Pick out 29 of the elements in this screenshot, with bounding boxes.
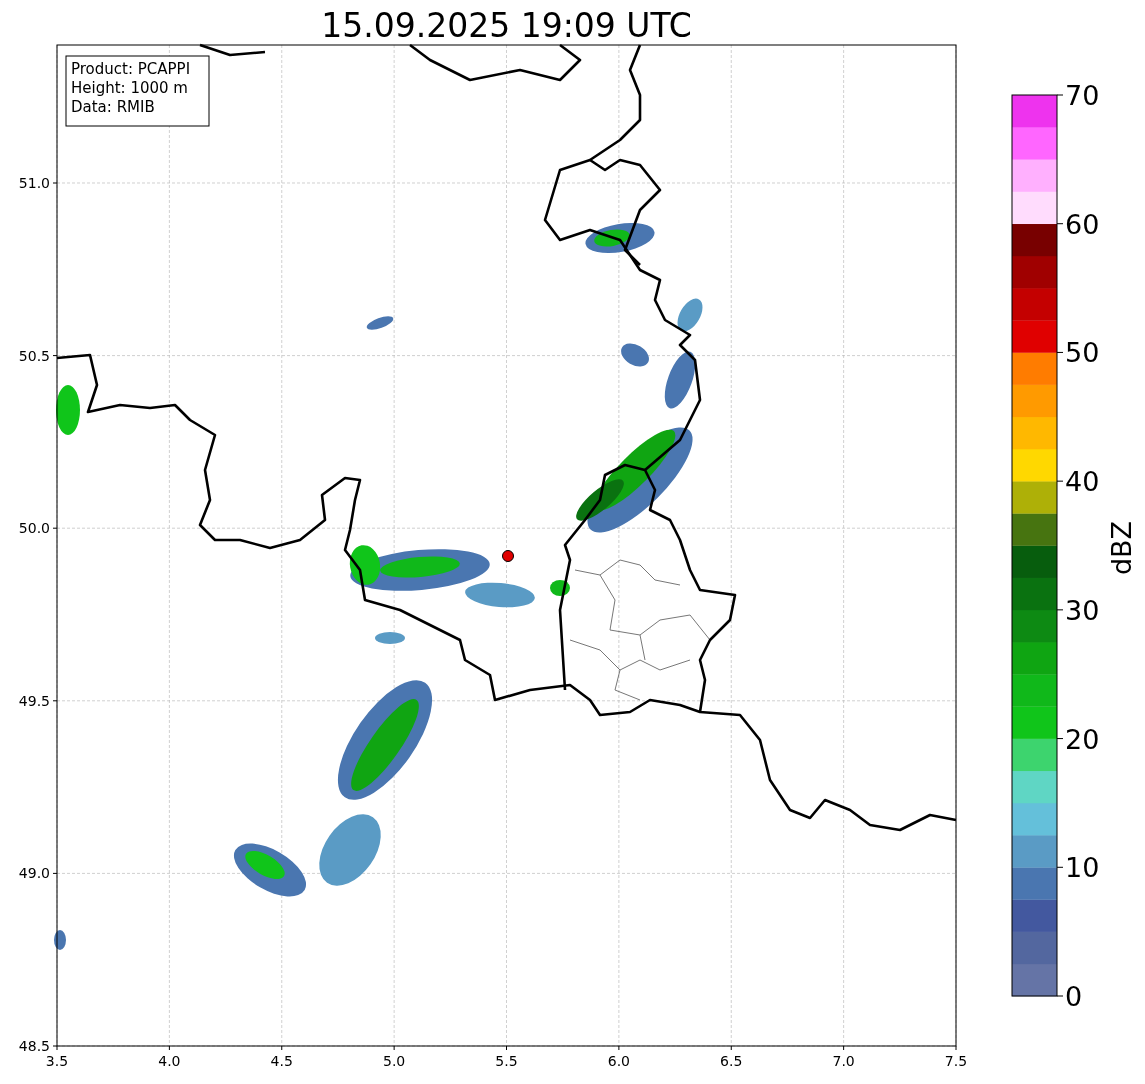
chart-title: 15.09.2025 19:09 UTC <box>321 6 692 45</box>
colorbar-label: dBZ <box>1106 520 1137 576</box>
info-text: Product: PCAPPI <box>71 60 191 78</box>
axis-tick-label: 6.0 <box>607 1053 630 1069</box>
axis-tick-label: 49.5 <box>18 692 50 709</box>
colorbar-tick-label: 50 <box>1065 337 1100 369</box>
colorbar-tick-label: 40 <box>1065 466 1100 498</box>
axis-tick-label: 49.0 <box>18 865 50 882</box>
colorbar-tick-label: 60 <box>1065 208 1100 240</box>
colorbar-tick-label: 70 <box>1065 80 1100 111</box>
axis-tick-label: 3.5 <box>45 1053 69 1069</box>
colorbar-tick-label: 10 <box>1065 852 1100 884</box>
axis-tick-label: 6.5 <box>720 1053 743 1069</box>
radar-site-marker <box>502 550 514 562</box>
info-text: Height: 1000 m <box>71 79 188 97</box>
colorbar-tick-label: 30 <box>1065 594 1100 626</box>
axis-tick-label: 4.0 <box>158 1053 181 1069</box>
axis-tick-label: 4.5 <box>270 1053 293 1069</box>
axis-tick-label: 48.5 <box>18 1038 50 1054</box>
info-text: Data: RMIB <box>71 98 155 116</box>
axis-tick-label: 50.5 <box>18 347 50 364</box>
colorbar-tick-label: 0 <box>1065 981 1083 1012</box>
axis-tick-label: 5.0 <box>383 1053 406 1069</box>
axis-tick-label: 50.0 <box>18 520 50 537</box>
axis-tick-label: 5.5 <box>495 1053 518 1069</box>
axis-tick-label: 7.5 <box>944 1053 968 1069</box>
axis-tick-label: 51.0 <box>18 175 50 191</box>
axis-tick-label: 7.0 <box>832 1053 855 1069</box>
colorbar-tick-label: 20 <box>1065 723 1100 755</box>
